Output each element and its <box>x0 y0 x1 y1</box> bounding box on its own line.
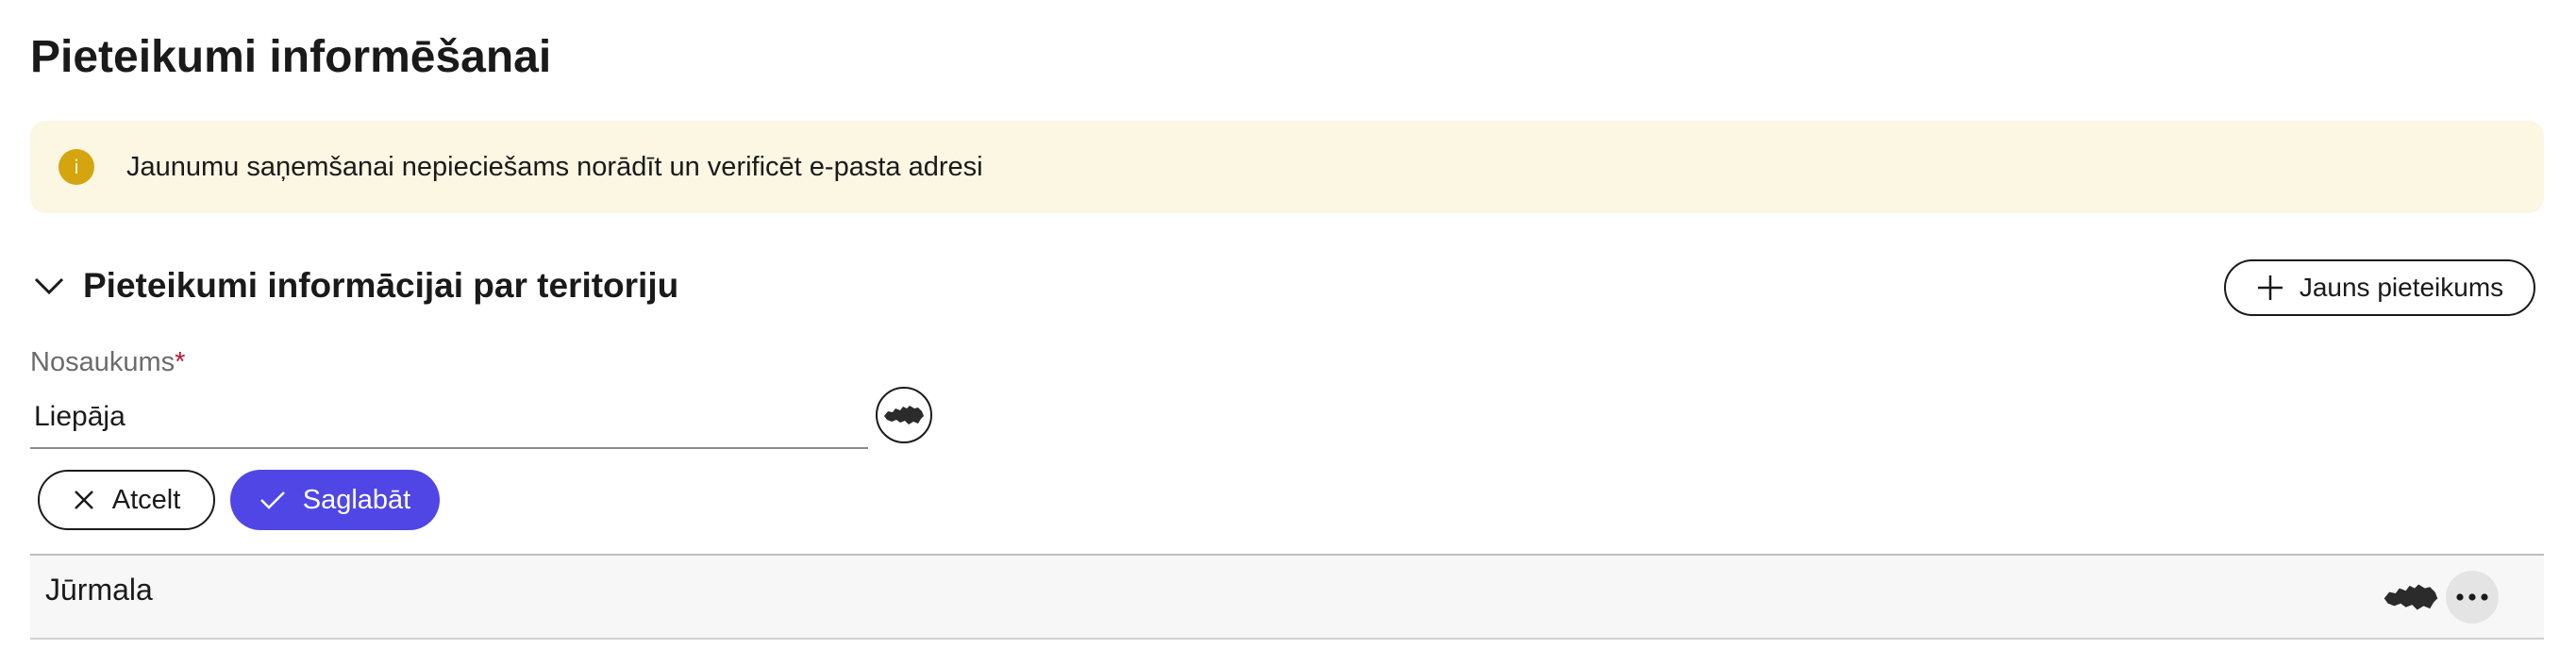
info-banner: i Jaunumu saņemšanai nepieciešams norādī… <box>30 121 2544 213</box>
info-icon: i <box>59 149 94 185</box>
page-title: Pieteikumi informēšanai <box>30 32 552 82</box>
list-item-label: Jūrmala <box>45 573 153 607</box>
section-header[interactable]: Pieteikumi informācijai par teritoriju <box>30 266 678 306</box>
plus-icon <box>2257 275 2283 300</box>
new-application-label: Jauns pieteikums <box>2299 273 2504 302</box>
check-icon <box>259 491 285 509</box>
chevron-down-icon[interactable] <box>30 267 68 305</box>
name-input[interactable] <box>30 387 868 449</box>
more-options-button[interactable] <box>2446 571 2499 624</box>
latvia-map-icon <box>2382 580 2440 619</box>
list-item[interactable]: Jūrmala <box>30 554 2544 640</box>
save-button[interactable]: Saglabāt <box>230 470 440 530</box>
new-application-button[interactable]: Jauns pieteikums <box>2224 259 2535 316</box>
select-territory-map-button[interactable] <box>876 387 932 443</box>
cancel-label: Atcelt <box>111 484 181 515</box>
latvia-map-icon <box>884 406 924 424</box>
info-banner-text: Jaunumu saņemšanai nepieciešams norādīt … <box>126 151 983 182</box>
save-label: Saglabāt <box>302 484 411 515</box>
section-title: Pieteikumi informācijai par teritoriju <box>83 266 679 305</box>
more-horizontal-icon <box>2456 593 2488 601</box>
required-mark: * <box>175 347 186 377</box>
cancel-button[interactable]: Atcelt <box>38 470 215 530</box>
close-icon <box>74 491 93 509</box>
name-field-label: Nosaukums* <box>30 347 186 377</box>
